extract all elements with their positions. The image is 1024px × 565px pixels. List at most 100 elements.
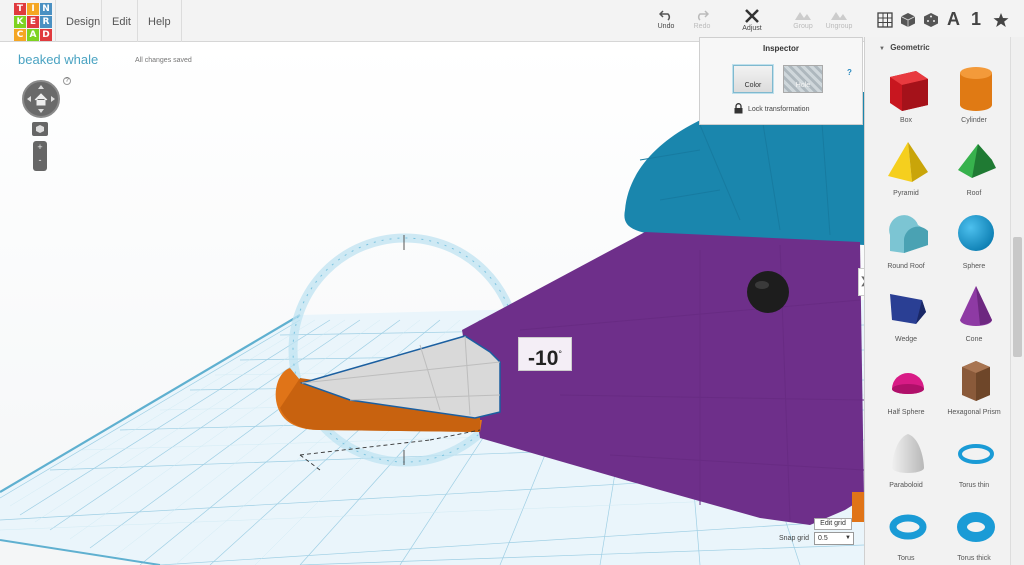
menu-edit[interactable]: Edit — [101, 0, 141, 42]
group-icon — [795, 12, 811, 20]
shapes-sidebar: ▼ Geometric Box Cylinder Pyramid Roof Ro… — [864, 37, 1010, 565]
shape-label: Torus thick — [957, 555, 991, 562]
shape-half-sphere[interactable]: Half Sphere — [873, 357, 939, 427]
shape-paraboloid[interactable]: Paraboloid — [873, 430, 939, 500]
scrollbar-thumb[interactable] — [1013, 237, 1022, 357]
snap-grid-select[interactable]: 0.5 — [814, 532, 854, 545]
undo-label: Undo — [657, 23, 675, 30]
inspector-panel: Inspector Color Hole ? Lock transformati… — [699, 37, 863, 125]
shape-cylinder[interactable]: Cylinder — [941, 65, 1007, 135]
shape-label: Torus thin — [958, 482, 990, 489]
shape-round-roof[interactable]: Round Roof — [873, 211, 939, 281]
top-toolbar: T I N K E R C A D Design Edit Help Undo … — [0, 0, 1024, 42]
shape-label: Cone — [965, 336, 983, 343]
shape-torus-thick[interactable]: Torus thick — [941, 503, 1007, 565]
inspector-title: Inspector — [762, 44, 799, 53]
torus-thin-icon — [958, 444, 994, 464]
project-title[interactable]: beaked whale — [18, 52, 98, 67]
shape-pyramid[interactable]: Pyramid — [873, 138, 939, 208]
ungroup-label: Ungroup — [825, 23, 853, 30]
star-icon — [993, 13, 1009, 27]
tinkercad-logo[interactable]: T I N K E R C A D — [14, 3, 52, 41]
multi-cube-view-button[interactable] — [921, 10, 941, 30]
degree-unit: ° — [558, 349, 562, 359]
workplane-view-button[interactable] — [875, 10, 895, 30]
logo-letter: I — [27, 3, 39, 15]
sphere-icon — [958, 215, 994, 251]
group-label: Group — [793, 23, 813, 30]
shape-label: Pyramid — [893, 190, 919, 197]
logo-letter: N — [40, 3, 52, 15]
round-roof-icon — [889, 215, 928, 253]
hole-button[interactable]: Hole — [783, 65, 823, 93]
box-view-button[interactable] — [898, 10, 918, 30]
orbit-control[interactable] — [22, 80, 60, 118]
shape-sphere[interactable]: Sphere — [941, 211, 1007, 281]
menu-help[interactable]: Help — [137, 0, 182, 42]
shape-box[interactable]: Box — [873, 65, 939, 135]
shape-label: Cylinder — [961, 117, 987, 124]
half-sphere-icon — [892, 373, 924, 394]
navigation-help-button[interactable]: ? — [63, 77, 71, 85]
number-shape-button[interactable]: 1 — [971, 9, 981, 30]
adjust-label: Adjust — [742, 25, 762, 32]
edit-grid-button[interactable]: Edit grid — [814, 518, 852, 530]
hexagonal-prism-icon — [962, 361, 990, 401]
shape-hexagonal-prism[interactable]: Hexagonal Prism — [941, 357, 1007, 427]
logo-letter: K — [14, 16, 26, 28]
home-icon — [27, 85, 55, 113]
box-icon — [890, 71, 928, 111]
ungroup-icon — [831, 12, 847, 20]
logo-letter: E — [27, 16, 39, 28]
cube-icon — [900, 13, 916, 27]
text-shape-button[interactable]: A — [947, 9, 960, 30]
rotation-angle-readout: -10° — [518, 337, 572, 371]
shape-label: Wedge — [894, 336, 918, 343]
shape-label: Sphere — [962, 263, 986, 270]
group-button[interactable]: Group — [783, 9, 823, 30]
shape-roof[interactable]: Roof — [941, 138, 1007, 208]
redo-label: Redo — [693, 23, 711, 30]
shape-torus-thin[interactable]: Torus thin — [941, 430, 1007, 500]
snap-grid-label: Snap grid — [779, 535, 809, 542]
undo-icon — [659, 10, 671, 21]
favorites-button[interactable] — [991, 10, 1011, 30]
collapse-triangle-icon: ▼ — [879, 46, 885, 52]
rotation-angle-value: -10 — [528, 347, 559, 370]
geometric-section-header[interactable]: ▼ Geometric — [879, 43, 930, 52]
shape-wedge[interactable]: Wedge — [873, 284, 939, 354]
sidebar-scrollbar[interactable] — [1010, 37, 1024, 565]
ungroup-button[interactable]: Ungroup — [819, 9, 859, 30]
shape-cone[interactable]: Cone — [941, 284, 1007, 354]
save-status: All changes saved — [135, 57, 192, 64]
adjust-icon — [745, 9, 759, 23]
adjust-button[interactable]: Adjust — [732, 9, 772, 32]
paraboloid-icon — [892, 434, 924, 473]
lock-icon[interactable] — [734, 103, 743, 114]
shape-label: Roof — [966, 190, 982, 197]
zoom-control[interactable]: + - — [33, 141, 47, 171]
pyramid-icon — [888, 142, 928, 182]
cylinder-icon — [960, 67, 992, 111]
shape-torus[interactable]: Torus — [873, 503, 939, 565]
zoom-out-button[interactable]: - — [33, 154, 47, 167]
whale-eye[interactable] — [747, 271, 789, 313]
color-button[interactable]: Color — [733, 65, 773, 93]
undo-button[interactable]: Undo — [646, 9, 686, 30]
inspector-help-button[interactable]: ? — [847, 68, 852, 77]
zoom-in-button[interactable]: + — [33, 141, 47, 154]
shape-label: Half Sphere — [887, 409, 925, 416]
shape-label: Paraboloid — [889, 482, 923, 489]
shape-label: Hexagonal Prism — [947, 409, 1001, 416]
logo-letter: R — [40, 16, 52, 28]
redo-icon — [697, 10, 709, 21]
fit-view-button[interactable] — [32, 122, 48, 136]
logo-letter: C — [14, 29, 26, 41]
lock-transformation-label[interactable]: Lock transformation — [748, 106, 809, 113]
wedge-icon — [890, 294, 926, 324]
redo-button[interactable]: Redo — [682, 9, 722, 30]
logo-letter: T — [14, 3, 26, 15]
grid-icon — [877, 12, 893, 28]
shape-label: Torus — [897, 555, 915, 562]
section-title: Geometric — [890, 43, 930, 52]
